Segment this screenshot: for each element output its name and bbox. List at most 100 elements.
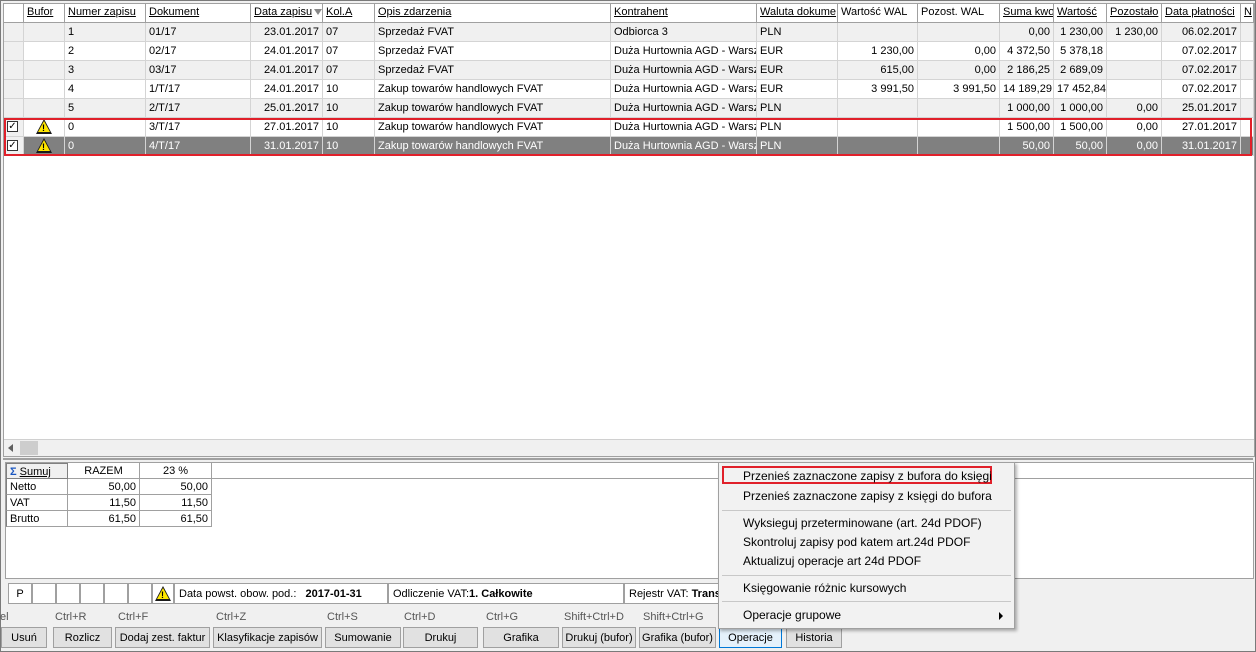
cell-kontr: Duża Hurtownia AGD - Warszawa (611, 118, 757, 137)
menu-item-bufor-do-ksiegi[interactable]: Przenieś zaznaczone zapisy z bufora do k… (743, 469, 992, 483)
rejestr-value: Trans (691, 588, 721, 600)
scroll-thumb[interactable] (20, 441, 38, 455)
header-bufor[interactable]: Bufor (24, 4, 65, 23)
cell-wart: 50,00 (1054, 137, 1107, 156)
table-row[interactable]: 1 01/17 23.01.2017 07 Sprzedaż FVAT Odbiorca … (4, 23, 1254, 42)
cell-date: 24.01.2017 (251, 61, 323, 80)
odliczenie-value: 1. Całkowite (469, 588, 533, 600)
header-kontrahent[interactable]: Kontrahent (611, 4, 757, 23)
cell-kontr: Odbiorca 3 (611, 23, 757, 42)
menu-item-skontroluj[interactable]: Skontroluj zapisy pod katem art.24d PDOF (743, 535, 970, 549)
sumowanie-button[interactable]: Sumowanie (325, 627, 401, 648)
cell-empty (1241, 23, 1254, 42)
table-row[interactable]: 4 1/T/17 24.01.2017 10 Zakup towarów handlow… (4, 80, 1254, 99)
cell-num: 0 (65, 137, 146, 156)
usun-button[interactable]: Usuń (1, 627, 47, 648)
header-waluta[interactable]: Waluta dokume (757, 4, 838, 23)
dodaj-zest-faktur-button[interactable]: Dodaj zest. faktur (115, 627, 210, 648)
table-row[interactable]: 5 2/T/17 25.01.2017 10 Zakup towarów handlow… (4, 99, 1254, 118)
cell-wart: 1 000,00 (1054, 99, 1107, 118)
cell-kontr: Duża Hurtownia AGD - Warszawa (611, 80, 757, 99)
row-checkbox[interactable]: ✓ (7, 140, 18, 151)
header-wartosc[interactable]: Wartość (1054, 4, 1107, 23)
historia-button[interactable]: Historia (786, 627, 842, 648)
header-opis-zdarzenia[interactable]: Opis zdarzenia (375, 4, 611, 23)
row-selector[interactable]: ✓ (4, 137, 24, 156)
menu-item-aktualizuj[interactable]: Aktualizuj operacje art 24d PDOF (743, 554, 921, 568)
header-data-platnosci[interactable]: Data płatności (1162, 4, 1241, 23)
header-data-zapisu[interactable]: Data zapisu (251, 4, 323, 23)
header-pozost-wal[interactable]: Pozost. WAL (918, 4, 1000, 23)
splitter[interactable] (3, 458, 1253, 460)
cell-empty (1241, 99, 1254, 118)
rozlicz-button[interactable]: Rozlicz (53, 627, 112, 648)
grafika-bufor-button[interactable]: Grafika (bufor) (639, 627, 716, 648)
row-selector[interactable] (4, 80, 24, 99)
menu-item-ksiegi-do-bufora[interactable]: Przenieś zaznaczone zapisy z księgi do b… (743, 489, 992, 503)
cell-date: 24.01.2017 (251, 42, 323, 61)
header-suma[interactable]: Suma kwo (1000, 4, 1054, 23)
header-numer-zapisu[interactable]: Numer zapisu (65, 4, 146, 23)
cell-poz: 1 230,00 (1107, 23, 1162, 42)
cell-bufor: ! (24, 118, 65, 137)
cell-num: 5 (65, 99, 146, 118)
operacje-button[interactable]: Operacje (719, 627, 782, 648)
cell-wal: PLN (757, 118, 838, 137)
table-row[interactable]: 2 02/17 24.01.2017 07 Sprzedaż FVAT Duża Hurt… (4, 42, 1254, 61)
status-p[interactable]: P (8, 583, 32, 604)
cell-dpl: 07.02.2017 (1162, 80, 1241, 99)
cell-wal: EUR (757, 80, 838, 99)
row-selector[interactable] (4, 23, 24, 42)
header-dokument[interactable]: Dokument (146, 4, 251, 23)
cell-bufor (24, 23, 65, 42)
row-selector[interactable] (4, 42, 24, 61)
cell-poz (1107, 42, 1162, 61)
menu-item-operacje-grupowe[interactable]: Operacje grupowe (743, 608, 841, 622)
cell-opis: Zakup towarów handlowych FVAT (375, 118, 611, 137)
table-row[interactable]: ✓! 0 4/T/17 31.01.2017 10 Zakup towarów handl… (4, 137, 1254, 156)
shortcut-usun: el (0, 611, 9, 623)
header-wartosc-wal[interactable]: Wartość WAL (838, 4, 918, 23)
shortcut-grafika: Ctrl+G (486, 611, 519, 623)
cell-num: 3 (65, 61, 146, 80)
drukuj-button[interactable]: Drukuj (403, 627, 478, 648)
cell-wwal: 615,00 (838, 61, 918, 80)
cell-dpl: 06.02.2017 (1162, 23, 1241, 42)
cell-suma: 2 186,25 (1000, 61, 1054, 80)
cell-wal: EUR (757, 42, 838, 61)
cell-wart: 1 500,00 (1054, 118, 1107, 137)
shortcut-grafika-bufor: Shift+Ctrl+G (643, 611, 704, 623)
horizontal-scrollbar[interactable] (4, 439, 1254, 456)
header-n[interactable]: N (1241, 4, 1254, 23)
cell-poz: 0,00 (1107, 99, 1162, 118)
summary-label: VAT (6, 495, 68, 511)
header-kol-a[interactable]: Kol.A (323, 4, 375, 23)
row-selector[interactable]: ✓ (4, 118, 24, 137)
status-data-powst: Data powst. obow. pod.: 2017-01-31 (174, 583, 388, 604)
summary-23: 11,50 (140, 495, 212, 511)
grafika-button[interactable]: Grafika (483, 627, 559, 648)
status-rejestr: Rejestr VAT: Trans (624, 583, 724, 604)
row-selector[interactable] (4, 99, 24, 118)
cell-suma: 0,00 (1000, 23, 1054, 42)
table-row[interactable]: 3 03/17 24.01.2017 07 Sprzedaż FVAT Duża Hurt… (4, 61, 1254, 80)
odliczenie-label: Odliczenie VAT: (393, 588, 470, 600)
klasyfikacje-zapisow-button[interactable]: Klasyfikacje zapisów (213, 627, 322, 648)
row-selector[interactable] (4, 61, 24, 80)
cell-wwal (838, 118, 918, 137)
header-pozostalo[interactable]: Pozostało (1107, 4, 1162, 23)
status-slot-5 (128, 583, 152, 604)
scroll-left-icon[interactable] (8, 444, 13, 452)
drukuj-bufor-button[interactable]: Drukuj (bufor) (562, 627, 636, 648)
table-row[interactable]: ✓! 0 3/T/17 27.01.2017 10 Zakup towarów handl… (4, 118, 1254, 137)
sumuj-button[interactable]: Σ Sumuj (6, 463, 68, 479)
shortcut-sumowanie: Ctrl+S (327, 611, 358, 623)
menu-item-wyksieguj[interactable]: Wyksieguj przeterminowane (art. 24d PDOF… (743, 516, 982, 530)
row-checkbox[interactable]: ✓ (7, 121, 18, 132)
menu-item-roznice-kursowe[interactable]: Księgowanie różnic kursowych (743, 581, 906, 595)
menu-separator (722, 601, 1011, 602)
summary-23: 50,00 (140, 479, 212, 495)
records-grid[interactable]: Bufor Numer zapisu Dokument Data zapisu … (3, 3, 1255, 457)
sort-desc-icon (314, 9, 322, 15)
warning-icon: ! (36, 119, 52, 134)
